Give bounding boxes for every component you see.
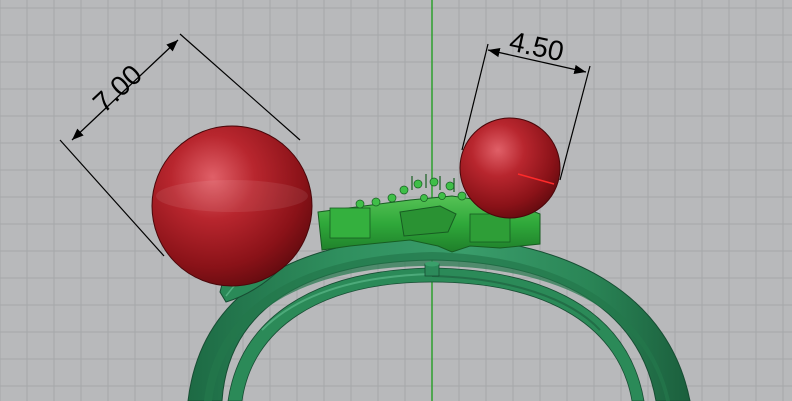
- center-post[interactable]: [424, 261, 440, 277]
- viewport-background: [0, 0, 792, 401]
- viewport-canvas[interactable]: 7.00 4.50: [0, 0, 792, 401]
- gem-sphere-small[interactable]: [459, 117, 561, 219]
- gem-sphere-large[interactable]: [151, 125, 313, 287]
- perspective-3d-viewport[interactable]: 7.00 4.50: [0, 0, 792, 401]
